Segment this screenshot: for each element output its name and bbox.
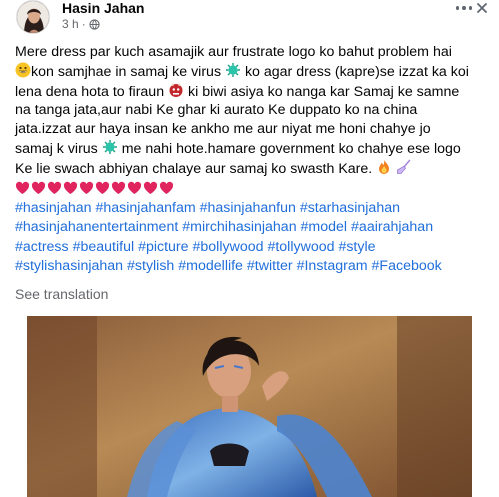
hashtag-link[interactable]: #tollywood	[267, 239, 334, 255]
hashtag-link[interactable]: #starhasinjahan	[300, 200, 400, 216]
heart-emoji-icon	[15, 181, 30, 195]
heart-emoji-icon	[63, 181, 78, 195]
author-name[interactable]: Hasin Jahan	[62, 0, 144, 16]
hearts-row	[15, 181, 174, 197]
hashtag-link[interactable]: #picture	[138, 239, 188, 255]
heart-emoji-icon	[79, 181, 94, 195]
body-line: kon samjhae in samaj ke virus	[31, 64, 222, 81]
broom-emoji-icon	[397, 159, 411, 174]
hashtag-link[interactable]: #Instagram	[297, 258, 368, 274]
more-options-icon[interactable]	[456, 6, 472, 12]
heart-emoji-icon	[95, 181, 110, 195]
hashtag-link[interactable]: #style	[338, 239, 375, 255]
post-photo[interactable]	[27, 316, 472, 497]
grinning-face-emoji-icon	[15, 62, 31, 78]
hashtag-link[interactable]: #aairahjahan	[351, 219, 433, 235]
hashtag-link[interactable]: #Facebook	[372, 258, 442, 274]
hashtag-link[interactable]: #beautiful	[73, 239, 135, 255]
hashtag-link[interactable]: #actress	[15, 239, 69, 255]
body-line: samaj k virus	[15, 141, 98, 158]
hashtag-link[interactable]: #mirchihasinjahan	[182, 219, 296, 235]
body-line: Ke lie swach abhiyan chalaye aur samaj k…	[15, 160, 373, 177]
hashtag-link[interactable]: #stylishasinjahan	[15, 258, 123, 274]
post-photo-container[interactable]	[0, 316, 499, 497]
close-icon[interactable]	[476, 2, 488, 14]
post-body: Mere dress par kuch asamajik aur frustra…	[15, 43, 485, 178]
ogre-emoji-icon	[169, 82, 183, 97]
body-line: na tanga jata,aur nabi Ke ghar ki aurato…	[15, 101, 418, 118]
body-line: ki biwi asiya ko nanga kar Samaj ke samn…	[188, 83, 460, 100]
hashtag-link[interactable]: #model	[301, 219, 348, 235]
heart-emoji-icon	[159, 181, 174, 195]
author-avatar[interactable]	[16, 0, 50, 34]
body-line: lena dena hota to firaun	[15, 83, 165, 100]
see-translation-link[interactable]: See translation	[15, 286, 108, 302]
hashtag-link[interactable]: #twitter	[247, 258, 293, 274]
hashtags: #hasinjahan #hasinjahanfam #hasinjahanfu…	[15, 199, 442, 276]
post-header: Hasin Jahan 3 h ·	[0, 0, 499, 38]
heart-emoji-icon	[143, 181, 158, 195]
heart-emoji-icon	[111, 181, 126, 195]
virus-emoji-icon	[102, 140, 117, 155]
hashtag-link[interactable]: #hasinjahanentertainment	[15, 219, 178, 235]
hashtag-link[interactable]: #hasinjahanfam	[95, 200, 195, 216]
post-meta: 3 h ·	[62, 17, 100, 31]
globe-icon	[89, 18, 100, 30]
hashtag-link[interactable]: #bollywood	[193, 239, 264, 255]
meta-separator: ·	[81, 17, 86, 31]
hashtag-link[interactable]: #hasinjahan	[15, 200, 92, 216]
body-line: me nahi hote.hamare government ko chahye…	[121, 141, 461, 158]
post-time[interactable]: 3 h	[62, 17, 79, 31]
hashtag-link[interactable]: #stylish	[127, 258, 174, 274]
hashtag-link[interactable]: #hasinjahanfun	[200, 200, 296, 216]
fire-emoji-icon	[379, 159, 390, 174]
body-line: Mere dress par kuch asamajik aur frustra…	[15, 44, 452, 60]
heart-emoji-icon	[31, 181, 46, 195]
heart-emoji-icon	[47, 181, 62, 195]
body-line: ko agar dress (kapre)se izzat ka koi	[244, 64, 469, 81]
heart-emoji-icon	[127, 181, 142, 195]
hashtag-link[interactable]: #modellife	[178, 258, 243, 274]
virus-emoji-icon	[226, 63, 240, 78]
body-line: jata.izzat aur haya insan ke ankho me au…	[15, 121, 431, 138]
